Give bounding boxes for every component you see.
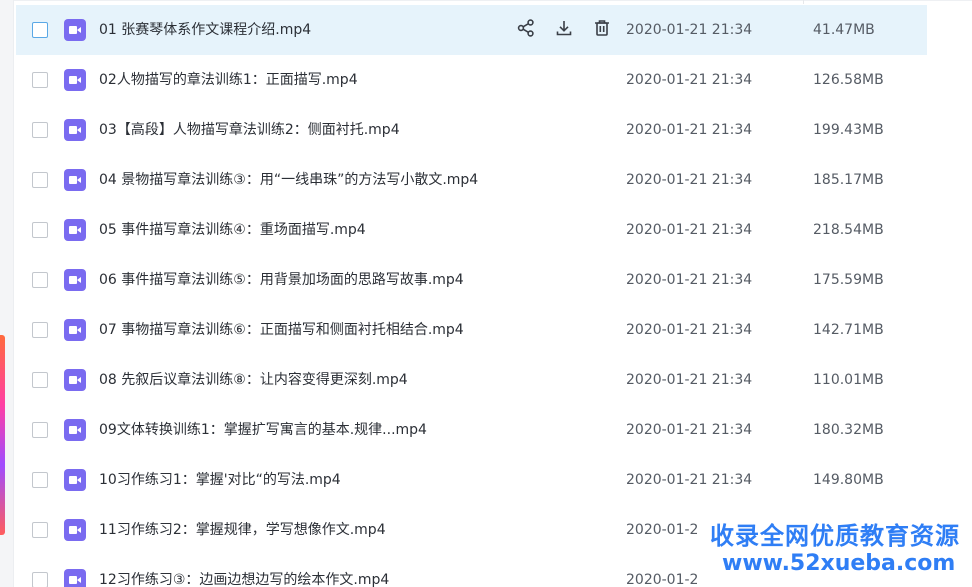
file-row[interactable]: 09文体转换训练1：掌握扩写寓言的基本.规律...mp4 2020-01-21 2… — [16, 405, 927, 455]
video-file-icon — [64, 119, 86, 141]
trash-icon — [592, 18, 612, 42]
file-row[interactable]: 02人物描写的章法训练1：正面描写.mp4 2020-01-21 21:34 126… — [16, 55, 927, 105]
file-date: 2020-01-21 21:34 — [626, 72, 753, 88]
file-browser: 01 张赛琴体系作文课程介绍.mp4 2020-01-21 21:34 41.47M… — [0, 0, 972, 587]
file-date: 2020-01-21 21:34 — [626, 472, 753, 488]
share-button[interactable] — [514, 18, 538, 42]
row-checkbox[interactable] — [32, 572, 48, 587]
file-row[interactable]: 03【高段】人物描写章法训练2：侧面衬托.mp4 2020-01-21 21:34… — [16, 105, 927, 155]
file-name[interactable]: 10习作练习1：掌握'对比“的写法.mp4 — [99, 470, 341, 490]
list-top-border — [14, 0, 972, 3]
file-row[interactable]: 04 景物描写章法训练③：用“一线串珠”的方法写小散文.mp4 2020-01-2… — [16, 155, 927, 205]
share-icon — [516, 18, 536, 42]
watermark-url: www.52xueba.com — [722, 551, 956, 576]
file-row[interactable]: 06 事件描写章法训练⑤：用背景加场面的思路写故事.mp4 2020-01-21 … — [16, 255, 927, 305]
file-size: 110.01MB — [813, 372, 884, 388]
file-name[interactable]: 03【高段】人物描写章法训练2：侧面衬托.mp4 — [99, 120, 400, 140]
file-name[interactable]: 06 事件描写章法训练⑤：用背景加场面的思路写故事.mp4 — [99, 270, 464, 290]
file-size: 175.59MB — [813, 272, 884, 288]
file-name[interactable]: 09文体转换训练1：掌握扩写寓言的基本.规律...mp4 — [99, 420, 427, 440]
file-size: 185.17MB — [813, 172, 884, 188]
video-file-icon — [64, 19, 86, 41]
file-date: 2020-01-21 21:34 — [626, 22, 753, 38]
file-size: 180.32MB — [813, 422, 884, 438]
file-name[interactable]: 05 事件描写章法训练④：重场面描写.mp4 — [99, 220, 366, 240]
file-date: 2020-01-21 21:34 — [626, 272, 753, 288]
file-name[interactable]: 07 事物描写章法训练⑥：正面描写和侧面衬托相结合.mp4 — [99, 320, 464, 340]
watermark-text: 收录全网优质教育资源 — [710, 522, 960, 550]
file-date: 2020-01-21 21:34 — [626, 222, 753, 238]
video-file-icon — [64, 419, 86, 441]
row-checkbox[interactable] — [32, 22, 48, 38]
row-checkbox[interactable] — [32, 422, 48, 438]
video-file-icon — [64, 519, 86, 541]
file-name[interactable]: 01 张赛琴体系作文课程介绍.mp4 — [99, 20, 311, 40]
column-divider — [803, 0, 804, 4]
file-row[interactable]: 08 先叙后议章法训练⑧：让内容变得更深刻.mp4 2020-01-21 21:3… — [16, 355, 927, 405]
file-size: 41.47MB — [813, 22, 875, 38]
app-left-edge — [0, 0, 14, 587]
file-date: 2020-01-21 21:34 — [626, 372, 753, 388]
file-size: 142.71MB — [813, 322, 884, 338]
file-name[interactable]: 02人物描写的章法训练1：正面描写.mp4 — [99, 70, 358, 90]
video-file-icon — [64, 369, 86, 391]
file-name[interactable]: 04 景物描写章法训练③：用“一线串珠”的方法写小散文.mp4 — [99, 170, 478, 190]
row-checkbox[interactable] — [32, 122, 48, 138]
row-checkbox[interactable] — [32, 272, 48, 288]
file-row[interactable]: 10习作练习1：掌握'对比“的写法.mp4 2020-01-21 21:34 149… — [16, 455, 927, 505]
video-file-icon — [64, 69, 86, 91]
download-button[interactable] — [552, 18, 576, 42]
file-date: 2020-01-21 21:34 — [626, 422, 753, 438]
sidebar-accent-strip — [0, 335, 5, 535]
file-row[interactable]: 01 张赛琴体系作文课程介绍.mp4 2020-01-21 21:34 41.47M… — [16, 5, 927, 55]
file-size: 199.43MB — [813, 122, 884, 138]
file-size: 126.58MB — [813, 72, 884, 88]
download-icon — [554, 18, 574, 42]
file-name[interactable]: 08 先叙后议章法训练⑧：让内容变得更深刻.mp4 — [99, 370, 408, 390]
video-file-icon — [64, 469, 86, 491]
file-date: 2020-01-21 21:34 — [626, 322, 753, 338]
file-list: 01 张赛琴体系作文课程介绍.mp4 2020-01-21 21:34 41.47M… — [16, 5, 972, 587]
row-actions — [514, 18, 628, 42]
file-name[interactable]: 11习作练习2：掌握规律，学写想像作文.mp4 — [99, 520, 386, 540]
row-checkbox[interactable] — [32, 372, 48, 388]
video-file-icon — [64, 169, 86, 191]
file-date: 2020-01-21 21:34 — [626, 172, 753, 188]
video-file-icon — [64, 319, 86, 341]
file-size: 149.80MB — [813, 472, 884, 488]
delete-button[interactable] — [590, 18, 614, 42]
file-row[interactable]: 07 事物描写章法训练⑥：正面描写和侧面衬托相结合.mp4 2020-01-21 … — [16, 305, 927, 355]
file-date: 2020-01-2 — [626, 522, 699, 538]
file-name[interactable]: 12习作练习③：边画边想边写的绘本作文.mp4 — [99, 570, 389, 587]
file-date: 2020-01-2 — [626, 572, 699, 587]
row-checkbox[interactable] — [32, 472, 48, 488]
video-file-icon — [64, 219, 86, 241]
row-checkbox[interactable] — [32, 72, 48, 88]
video-file-icon — [64, 269, 86, 291]
video-file-icon — [64, 569, 86, 587]
file-row[interactable]: 05 事件描写章法训练④：重场面描写.mp4 2020-01-21 21:34 21… — [16, 205, 927, 255]
row-checkbox[interactable] — [32, 522, 48, 538]
row-checkbox[interactable] — [32, 322, 48, 338]
file-size: 218.54MB — [813, 222, 884, 238]
row-checkbox[interactable] — [32, 172, 48, 188]
row-checkbox[interactable] — [32, 222, 48, 238]
file-date: 2020-01-21 21:34 — [626, 122, 753, 138]
